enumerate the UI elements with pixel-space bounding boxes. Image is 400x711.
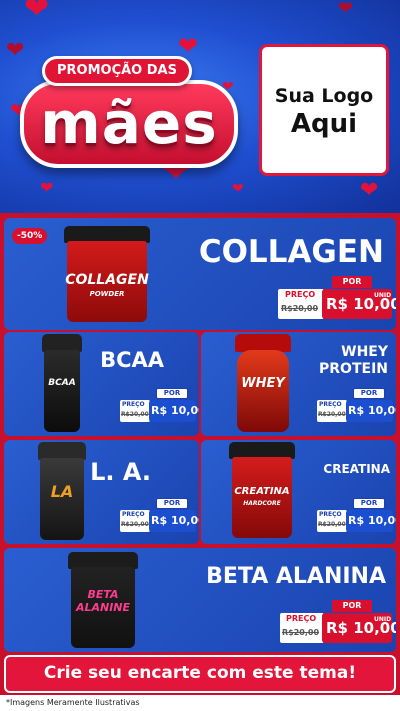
- footnote: *Imagens Meramente Ilustrativas: [0, 695, 400, 711]
- old-price: R$20,00: [282, 628, 320, 637]
- old-price: R$20,00: [318, 411, 346, 418]
- product-card-collagen[interactable]: -50% COLLAGEN POWDER COLLAGEN POR PREÇO …: [4, 218, 396, 330]
- logo-line1: Sua Logo: [274, 85, 374, 107]
- por-label: POR: [156, 388, 188, 399]
- old-price: R$20,00: [281, 304, 319, 313]
- product-name: CREATINA: [323, 462, 390, 476]
- product-card-bcaa[interactable]: BCAA BCAA POR PREÇO R$20,00 R$ 10,00: [4, 332, 199, 436]
- product-image-label: BCAA: [48, 378, 76, 388]
- price-tag: POR PREÇO R$20,00 R$ 10,00: [317, 388, 396, 424]
- new-price: R$ 10,00: [149, 510, 199, 532]
- por-label: POR: [353, 388, 385, 399]
- preco-label: PREÇO: [285, 290, 316, 299]
- product-image-label: LA: [50, 482, 74, 501]
- preco-label: PREÇO: [319, 401, 342, 408]
- por-label: POR: [332, 600, 372, 612]
- heart-icon: ❤: [232, 181, 244, 197]
- product-image-label: WHEY: [241, 376, 285, 391]
- product-image: LA: [38, 442, 86, 540]
- product-image: BETA ALANINE: [68, 552, 138, 648]
- heart-icon: ❤: [24, 0, 50, 26]
- price-tag: POR PREÇO R$20,00 R$ 10,00 UNID: [278, 276, 396, 324]
- price-tag: POR PREÇO R$20,00 R$ 10,00 UNID: [280, 600, 396, 648]
- header-banner: ❤ ❤ ❤ ❤ ❤ ❤ ❤ ❤ ❤ ❤ ❤ mães PROMOÇÃO DAS …: [0, 0, 400, 213]
- product-name-line2: PROTEIN: [319, 361, 388, 377]
- unid-label: UNID: [374, 616, 392, 623]
- preco-label: PREÇO: [122, 511, 145, 518]
- promo-main-badge: mães: [20, 80, 238, 168]
- product-name: L. A.: [90, 458, 151, 486]
- price-tag: POR PREÇO R$20,00 R$ 10,00: [120, 388, 199, 424]
- promo-title: mães PROMOÇÃO DAS: [14, 48, 246, 174]
- old-price: R$20,00: [121, 521, 149, 528]
- preco-label: PREÇO: [286, 614, 317, 623]
- product-name: BCAA: [100, 348, 164, 372]
- product-card-la[interactable]: LA L. A. POR PREÇO R$20,00 R$ 10,00: [4, 440, 199, 544]
- heart-icon: ❤: [40, 178, 54, 197]
- new-price: R$ 10,00: [346, 400, 396, 422]
- product-image: WHEY: [235, 334, 291, 432]
- promo-main-text: mães: [40, 89, 218, 157]
- product-image-label: CREATINA: [234, 486, 290, 497]
- product-image-label: COLLAGEN: [65, 272, 149, 288]
- old-price: R$20,00: [318, 521, 346, 528]
- product-image-sublabel: POWDER: [89, 290, 125, 298]
- product-image-label: BETA ALANINE: [75, 588, 131, 614]
- preco-label: PREÇO: [319, 511, 342, 518]
- product-name: COLLAGEN: [198, 234, 384, 270]
- new-price: R$ 10,00: [149, 400, 199, 422]
- product-card-beta-alanina[interactable]: BETA ALANINE BETA ALANINA POR PREÇO R$20…: [4, 548, 396, 652]
- product-image: COLLAGEN POWDER: [64, 226, 150, 322]
- cta-banner[interactable]: Crie seu encarte com este tema!: [4, 655, 396, 693]
- logo-line2: Aqui: [290, 109, 358, 139]
- heart-icon: ❤: [360, 178, 379, 203]
- por-label: POR: [353, 498, 385, 509]
- price-tag: POR PREÇO R$20,00 R$ 10,00: [120, 498, 199, 534]
- preco-label: PREÇO: [122, 401, 145, 408]
- price-tag: POR PREÇO R$20,00 R$ 10,00: [317, 498, 396, 534]
- por-label: POR: [156, 498, 188, 509]
- old-price: R$20,00: [121, 411, 149, 418]
- product-card-creatina[interactable]: CREATINA HARDCORE CREATINA POR PREÇO R$2…: [201, 440, 396, 544]
- product-card-whey[interactable]: WHEY WHEY PROTEIN POR PREÇO R$20,00 R$ 1…: [201, 332, 396, 436]
- promo-top-badge: PROMOÇÃO DAS: [42, 56, 192, 86]
- product-name-line1: WHEY: [341, 344, 388, 360]
- heart-icon: ❤: [338, 0, 354, 19]
- new-price: R$ 10,00: [346, 510, 396, 532]
- product-image: CREATINA HARDCORE: [229, 442, 295, 538]
- product-image: BCAA: [42, 334, 82, 432]
- por-label: POR: [332, 276, 372, 288]
- product-name: BETA ALANINA: [206, 564, 386, 589]
- discount-badge: -50%: [12, 228, 48, 244]
- unid-label: UNID: [374, 292, 392, 299]
- product-image-sublabel: HARDCORE: [243, 500, 281, 507]
- logo-placeholder[interactable]: Sua Logo Aqui: [259, 44, 389, 176]
